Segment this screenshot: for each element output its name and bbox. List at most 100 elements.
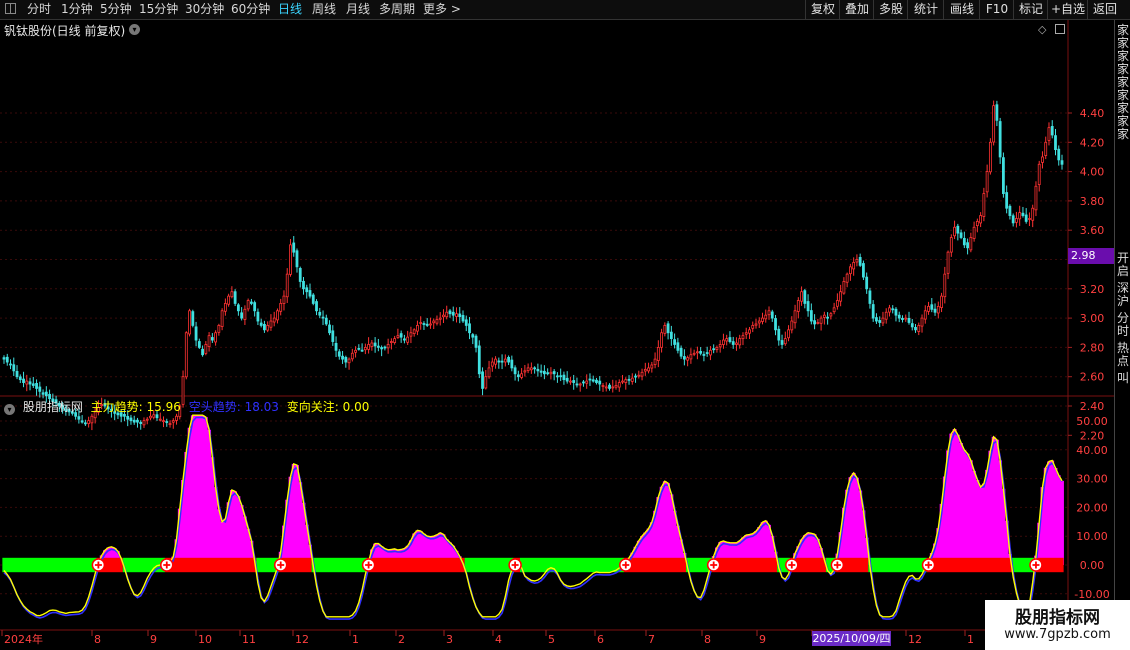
statistics-button[interactable]: 统计 (907, 0, 944, 19)
candle-body (640, 371, 644, 377)
tab-more[interactable]: 更多 > (423, 0, 461, 19)
candle-body (184, 332, 188, 378)
candle-body (562, 374, 566, 381)
overlay-button[interactable]: 叠加 (839, 0, 874, 19)
draw-line-button[interactable]: 画线 (943, 0, 980, 19)
candle-body (601, 385, 605, 387)
sidebar-text-4[interactable]: 分时 (1117, 312, 1130, 338)
indicator-name[interactable]: 股朋指标网 (23, 400, 83, 414)
candle-body (484, 376, 488, 389)
date-tick-label: 8 (704, 633, 711, 646)
candle-body (809, 310, 813, 322)
candle-body (1057, 148, 1061, 161)
candle-body (2, 357, 6, 360)
tab-60min[interactable]: 60分钟 (231, 0, 270, 19)
candle-body (598, 380, 602, 385)
diamond-icon[interactable]: ◇ (1038, 23, 1046, 36)
candle-body (933, 308, 937, 313)
candle-body (432, 320, 436, 324)
tab-1min[interactable]: 1分钟 (61, 0, 93, 19)
candle-body (481, 371, 484, 389)
sidebar-text-1[interactable]: 家家家家家家家家家 (1117, 24, 1130, 141)
tab-multi-period[interactable]: 多周期 (379, 0, 415, 19)
right-sidebar[interactable]: 家家家家家家家家家 开启 深沪 分时 热点 叫 (1114, 20, 1130, 650)
candle-body (617, 382, 621, 388)
sidebar-text-2[interactable]: 开启 (1117, 252, 1130, 278)
candle-body (162, 420, 165, 423)
indicator-axis: 50.00 40.00 30.00 20.00 10.00 0.00 -10.00 (1074, 415, 1109, 601)
watermark-title: 股朋指标网 (1015, 608, 1100, 628)
tab-intraday[interactable]: 分时 (27, 0, 51, 19)
candle-body (1018, 212, 1022, 220)
candle-body (269, 320, 273, 328)
candle-body (425, 323, 429, 326)
candle-body (796, 300, 800, 312)
tab-daily[interactable]: 日线 (278, 0, 302, 19)
candle-body (302, 280, 305, 290)
add-watchlist-button[interactable]: +自选 (1047, 0, 1088, 19)
candle-body (132, 419, 136, 423)
chart-options-icon[interactable]: ▾ (129, 24, 140, 35)
candle-body (451, 311, 455, 316)
kline-chart[interactable]: 4.404.204.003.803.603.403.203.002.802.60… (0, 20, 1114, 650)
candle-body (914, 327, 917, 331)
candle-body (393, 338, 397, 343)
candle-body (363, 346, 367, 351)
multi-stock-button[interactable]: 多股 (873, 0, 908, 19)
candle-body (832, 307, 836, 313)
candle-body (477, 345, 481, 375)
candle-body (774, 318, 777, 331)
candle-body (276, 310, 279, 321)
candle-body (894, 308, 898, 316)
turn-attention-value: 变向关注: 0.00 (286, 400, 370, 414)
candle-body (438, 317, 442, 320)
restore-rights-button[interactable]: 复权 (805, 0, 840, 19)
tab-weekly[interactable]: 周线 (312, 0, 336, 19)
candle-body (754, 323, 758, 326)
sidebar-text-5[interactable]: 热点 (1117, 342, 1130, 368)
tab-5min[interactable]: 5分钟 (100, 0, 132, 19)
candle-body (569, 380, 572, 383)
candle-body (507, 356, 510, 363)
candle-body (891, 308, 895, 311)
candle-body (1041, 156, 1044, 163)
candle-body (897, 314, 901, 319)
candle-body (308, 290, 312, 297)
candle-body (360, 349, 364, 352)
candle-body (15, 370, 19, 378)
candle-body (901, 317, 904, 320)
indicator-tick-label: -10.00 (1074, 588, 1109, 601)
price-axis: 4.404.204.003.803.603.403.203.002.802.60… (1068, 107, 1104, 442)
candle-body (487, 367, 491, 378)
sidebar-text-6[interactable]: 叫 (1117, 372, 1130, 385)
candle-body (204, 344, 208, 354)
price-tick-label: 4.00 (1080, 166, 1105, 179)
candle-body (321, 316, 325, 319)
candle-body (705, 352, 709, 354)
indicator-options-icon[interactable]: ▾ (4, 404, 15, 415)
candle-body (630, 377, 634, 382)
candle-body (435, 319, 439, 324)
candle-body (9, 363, 12, 366)
tab-monthly[interactable]: 月线 (346, 0, 370, 19)
candle-body (787, 329, 790, 339)
panel-toggle-icon[interactable] (1055, 24, 1065, 34)
candle-body (455, 313, 458, 317)
candle-body (855, 259, 859, 263)
candle-body (709, 349, 712, 356)
candle-body (471, 334, 475, 338)
candle-body (403, 338, 406, 341)
candle-body (409, 332, 413, 337)
watermark-url: www.7gpzb.com (1004, 627, 1111, 642)
sidebar-text-3[interactable]: 深沪 (1117, 282, 1130, 308)
date-tick-label: 11 (242, 633, 256, 646)
stock-title: 钒钛股份(日线 前复权) (4, 24, 126, 38)
f10-button[interactable]: F10 (979, 0, 1014, 19)
candle-body (126, 415, 130, 420)
candle-body (953, 226, 956, 237)
window-layout-icon[interactable] (5, 3, 16, 14)
tab-15min[interactable]: 15分钟 (139, 0, 178, 19)
mark-button[interactable]: 标记 (1013, 0, 1048, 19)
tab-30min[interactable]: 30分钟 (185, 0, 224, 19)
back-button[interactable]: 返回 (1087, 0, 1122, 19)
